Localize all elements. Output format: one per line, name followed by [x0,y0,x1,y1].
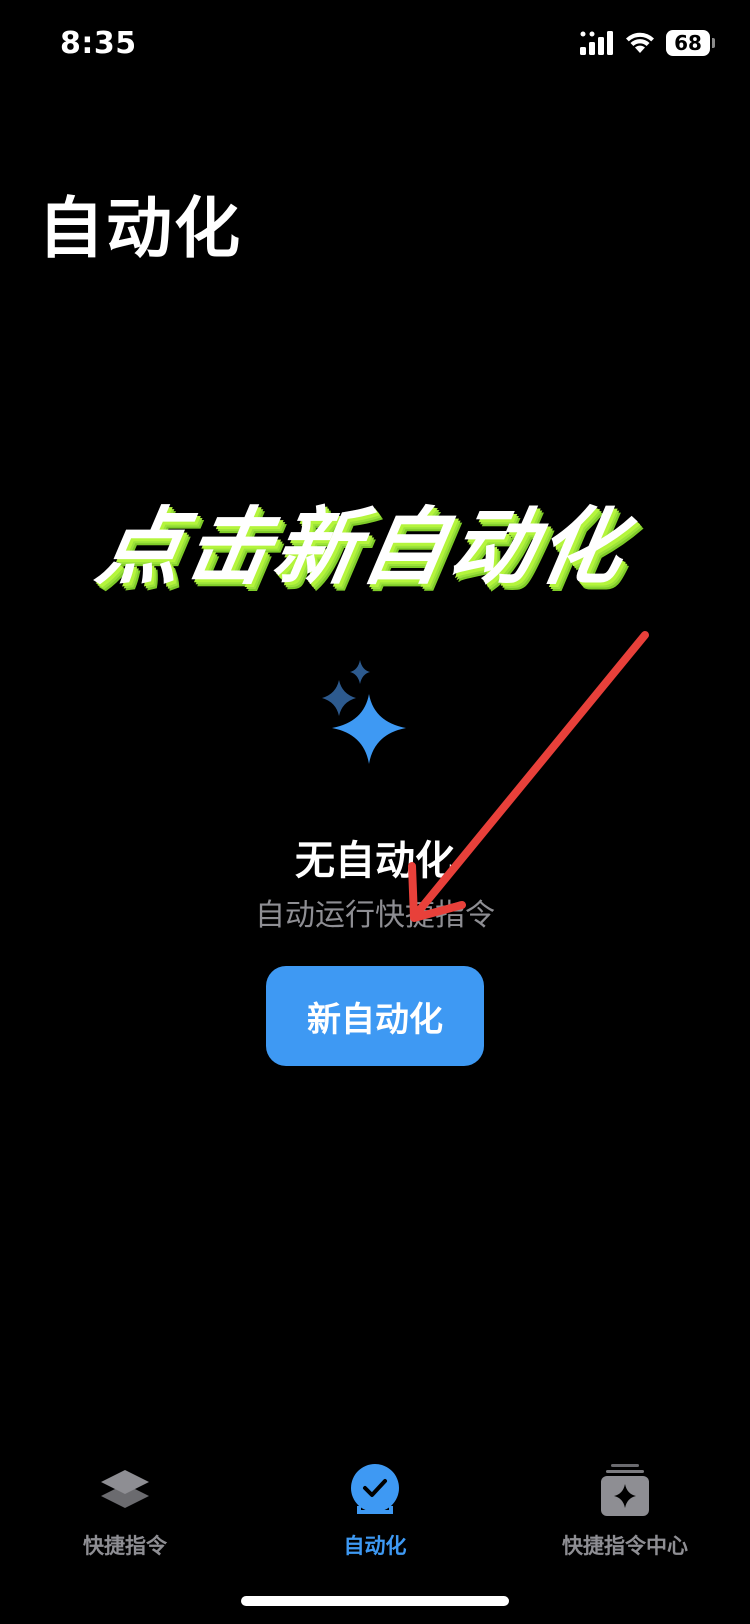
status-icons: 68 [580,30,715,56]
annotation-text: 点击新自动化 [90,498,636,596]
sparkles-icon [318,660,418,770]
gallery-icon [595,1460,655,1520]
tab-automation[interactable]: 自动化 [250,1460,500,1560]
tab-bar: 快捷指令 自动化 快捷指令中心 [0,1460,750,1580]
status-time: 8:35 [60,26,137,61]
battery-cap [712,38,715,48]
tab-label: 快捷指令中心 [562,1534,688,1558]
empty-state-subtitle: 自动运行快捷指令 [255,898,495,933]
checkmark-clock-icon [345,1460,405,1520]
tab-label: 快捷指令 [83,1534,167,1558]
status-bar: 8:35 68 [0,0,750,90]
new-automation-button[interactable]: 新自动化 [266,966,484,1066]
empty-state-title: 无自动化 [295,838,455,884]
battery-icon: 68 [666,30,715,56]
layers-icon [95,1460,155,1520]
page-title: 自动化 [38,190,242,267]
signal-icon [580,31,614,55]
battery-level: 68 [674,31,702,55]
tab-shortcuts[interactable]: 快捷指令 [0,1460,250,1560]
tab-gallery[interactable]: 快捷指令中心 [500,1460,750,1560]
wifi-icon [624,31,656,55]
tab-label: 自动化 [343,1534,407,1558]
home-indicator[interactable] [241,1596,509,1606]
